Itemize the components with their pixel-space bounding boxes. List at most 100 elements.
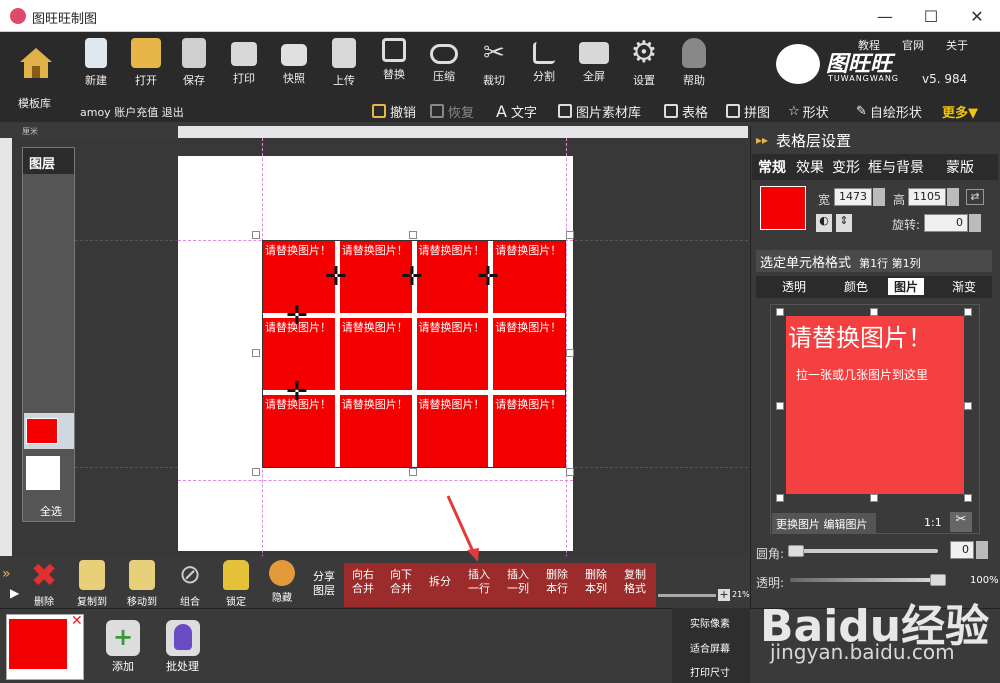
copy-format-button[interactable]: 复制 格式 (619, 568, 651, 596)
collapse-chevron-icon[interactable]: » (2, 566, 11, 582)
text-tool[interactable]: A 文字 (496, 100, 537, 122)
tab-mask[interactable]: 蒙版 (946, 157, 974, 177)
rotate-input[interactable]: 0 (924, 214, 968, 232)
subtab-gradient[interactable]: 渐变 (952, 278, 976, 295)
batch-process-icon[interactable] (166, 620, 200, 656)
resize-handle[interactable] (409, 231, 417, 239)
corner-stepper[interactable] (976, 541, 988, 559)
subtab-transparent[interactable]: 透明 (782, 278, 806, 295)
compress-button[interactable]: 压缩 (422, 38, 466, 92)
help-button[interactable]: 帮助 (672, 38, 716, 92)
undo-button[interactable]: 撤销 (372, 100, 416, 122)
page-thumbnail[interactable]: ✕ (6, 613, 84, 680)
column-move-icon[interactable]: ✛ (325, 262, 347, 292)
row-move-icon[interactable]: ✛ (286, 301, 308, 331)
flip-horizontal-icon[interactable]: ◐ (816, 214, 832, 232)
preview-handle[interactable] (776, 494, 784, 502)
split-cell-button[interactable]: 拆分 (424, 575, 456, 589)
zoom-in-button[interactable]: + (718, 589, 730, 601)
split-button[interactable]: 分割 (522, 38, 566, 92)
snapshot-button[interactable]: 快照 (272, 38, 316, 92)
more-menu[interactable]: 更多▼ (942, 100, 978, 122)
resize-handle[interactable] (252, 468, 260, 476)
add-page-icon[interactable]: + (106, 620, 140, 656)
delete-row-button[interactable]: 删除 本行 (541, 568, 573, 596)
width-input[interactable]: 1473 (834, 188, 872, 206)
lock-button[interactable]: 锁定 (214, 560, 258, 608)
fit-screen-option[interactable]: 适合屏幕 (690, 640, 730, 655)
upload-button[interactable]: 上传 (322, 38, 366, 92)
width-stepper[interactable] (873, 188, 885, 206)
table-cell[interactable]: 请替换图片！ (339, 395, 412, 467)
preview-handle[interactable] (964, 494, 972, 502)
replace-button[interactable]: 替换 (372, 38, 416, 92)
maximize-button[interactable]: ☐ (908, 0, 954, 32)
close-page-icon[interactable]: ✕ (71, 613, 83, 629)
tab-effects[interactable]: 效果 (796, 157, 824, 177)
resize-handle[interactable] (409, 468, 417, 476)
hide-button[interactable]: 隐藏 (260, 560, 304, 604)
column-move-icon[interactable]: ✛ (401, 262, 423, 292)
preview-handle[interactable] (776, 308, 784, 316)
close-button[interactable]: ✕ (954, 0, 1000, 32)
ratio-button[interactable]: 1:1 (924, 516, 942, 529)
preview-handle[interactable] (870, 308, 878, 316)
image-library-tool[interactable]: 图片素材库 (558, 100, 641, 122)
open-button[interactable]: 打开 (124, 38, 168, 92)
delete-button[interactable]: ✖ 删除 (22, 559, 66, 608)
preview-handle[interactable] (964, 402, 972, 410)
delete-column-button[interactable]: 删除 本列 (580, 568, 612, 596)
corner-slider-knob[interactable] (788, 545, 804, 557)
crop-scissors-icon[interactable]: ✂ (950, 512, 972, 532)
share-layer-button[interactable]: 分享图层 (310, 570, 338, 598)
insert-row-button[interactable]: 插入 一行 (463, 568, 495, 596)
subtab-image[interactable]: 图片 (888, 278, 925, 295)
resize-handle[interactable] (566, 231, 574, 239)
table-cell[interactable]: 请替换图片！ (416, 318, 489, 390)
panel-expand-icon[interactable]: ▸▸ (756, 133, 768, 147)
corner-slider[interactable] (788, 549, 938, 553)
print-size-option[interactable]: 打印尺寸 (690, 664, 730, 679)
resize-handle[interactable] (566, 468, 574, 476)
tab-transform[interactable]: 变形 (832, 157, 860, 177)
row-move-icon[interactable]: ✛ (286, 377, 308, 407)
move-to-button[interactable]: 移动到 (120, 560, 164, 608)
change-image-button[interactable]: 更换图片 (776, 518, 820, 531)
flip-vertical-icon[interactable]: ⇕ (836, 214, 852, 232)
template-library-button[interactable] (14, 42, 58, 92)
table-tool[interactable]: 表格 (664, 100, 708, 122)
table-cell[interactable]: 请替换图片！ (493, 241, 565, 313)
layer-item-table[interactable] (24, 413, 74, 449)
save-button[interactable]: 保存 (172, 38, 216, 92)
ruler-horizontal[interactable] (178, 126, 748, 138)
subtab-color[interactable]: 颜色 (844, 278, 868, 295)
about-link[interactable]: 关于 (946, 37, 968, 53)
rotate-stepper[interactable] (969, 214, 981, 232)
table-cell[interactable]: 请替换图片！ (493, 318, 565, 390)
layer-item-background[interactable] (26, 456, 60, 490)
tab-general[interactable]: 常规 (758, 157, 786, 177)
corner-input[interactable]: 0 (950, 541, 974, 559)
collage-tool[interactable]: 拼图 (726, 100, 770, 122)
tab-frame-background[interactable]: 框与背景 (868, 157, 924, 177)
height-input[interactable]: 1105 (908, 188, 946, 206)
preview-handle[interactable] (964, 308, 972, 316)
table-cell[interactable]: 请替换图片！ (416, 395, 489, 467)
resize-handle[interactable] (252, 231, 260, 239)
table-cell[interactable]: 请替换图片！ (339, 318, 412, 390)
height-stepper[interactable] (947, 188, 959, 206)
play-icon[interactable]: ▶ (10, 586, 19, 600)
copy-to-button[interactable]: 复制到 (70, 560, 114, 608)
edit-image-button[interactable]: 编辑图片 (824, 518, 868, 531)
merge-right-button[interactable]: 向右 合并 (347, 568, 379, 596)
resize-handle[interactable] (566, 349, 574, 357)
custom-shape-tool[interactable]: ✎ 自绘形状 (856, 100, 922, 122)
minimize-button[interactable]: — (862, 0, 908, 32)
merge-down-button[interactable]: 向下 合并 (385, 568, 417, 596)
opacity-slider[interactable] (790, 578, 940, 582)
opacity-slider-knob[interactable] (930, 574, 946, 586)
resize-handle[interactable] (252, 349, 260, 357)
redo-button[interactable]: 恢复 (430, 100, 474, 122)
cell-image-dropzone[interactable]: 请替换图片！ 拉一张或几张图片到这里 (786, 316, 964, 494)
print-button[interactable]: 打印 (222, 38, 266, 92)
